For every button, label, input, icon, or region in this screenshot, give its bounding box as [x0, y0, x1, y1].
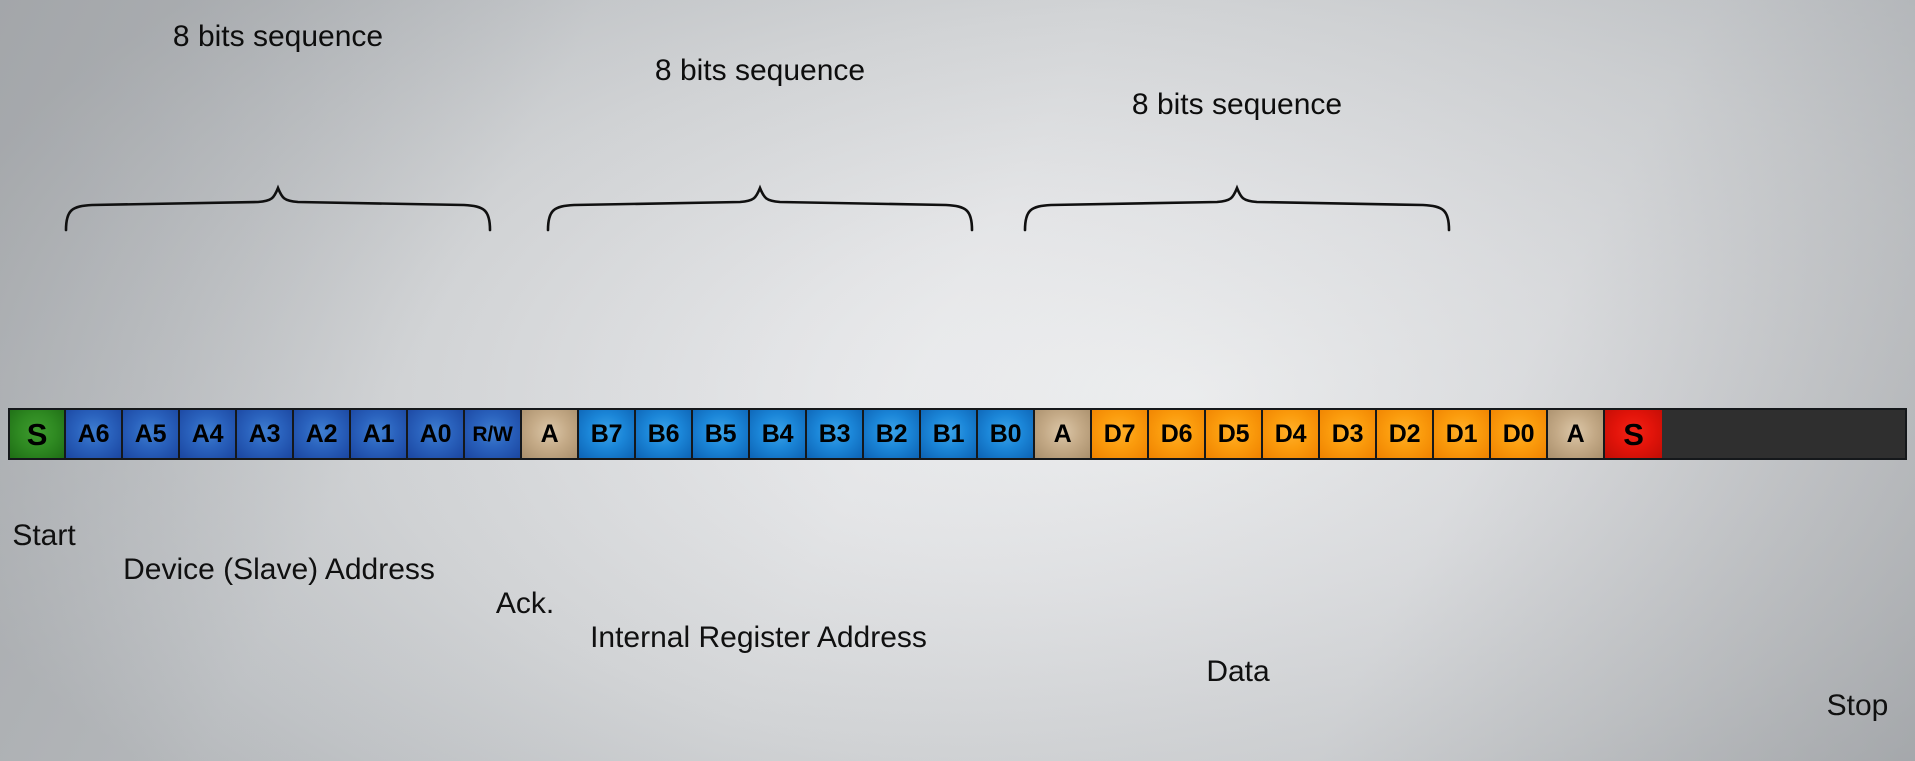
frame-cell-label: B1	[932, 419, 965, 448]
frame-cell-d0-26: D0	[1491, 410, 1548, 458]
frame-cell-s-0: S	[10, 410, 66, 458]
frame-cell-label: B5	[704, 419, 737, 448]
frame-cell-label: A1	[362, 419, 395, 448]
frame-cell-a0-7: A0	[408, 410, 465, 458]
frame-cell-a-18: A	[1035, 410, 1092, 458]
caption-register-address: Internal Register Address	[590, 621, 927, 654]
frame-cell-d4-22: D4	[1263, 410, 1320, 458]
frame-cell-a1-6: A1	[351, 410, 408, 458]
frame-cell-label: A2	[305, 419, 338, 448]
frame-cell-label: S	[1623, 416, 1644, 452]
frame-cell-b0-17: B0	[978, 410, 1035, 458]
frame-cell-label: A0	[419, 419, 452, 448]
frame-cell-a-9: A	[522, 410, 579, 458]
frame-cell-label: A	[1053, 419, 1072, 448]
frame-cell-d5-21: D5	[1206, 410, 1263, 458]
frame-cell-label: D1	[1445, 419, 1478, 448]
frame-cell-b4-13: B4	[750, 410, 807, 458]
frame-cell-label: A4	[191, 419, 224, 448]
frame-cell-label: A5	[134, 419, 167, 448]
frame-cell-label: D3	[1331, 419, 1364, 448]
frame-cell-label: A6	[77, 419, 110, 448]
frame-cell-b3-14: B3	[807, 410, 864, 458]
caption-data: Data	[1206, 655, 1270, 688]
frame-cell-label: R/W	[472, 422, 513, 446]
top-braces	[64, 184, 1451, 232]
frame-cell-a5-2: A5	[123, 410, 180, 458]
i2c-protocol-diagram: 8 bits sequence 8 bits sequence 8 bits s…	[0, 0, 1915, 761]
frame-cell-b2-15: B2	[864, 410, 921, 458]
frame-cell-a2-5: A2	[294, 410, 351, 458]
frame-cell-d1-25: D1	[1434, 410, 1491, 458]
frame-cell-d2-24: D2	[1377, 410, 1434, 458]
frame-cell-label: A3	[248, 419, 281, 448]
frame-cell-a3-4: A3	[237, 410, 294, 458]
frame-cell-d3-23: D3	[1320, 410, 1377, 458]
frame-cell-label: A	[1566, 419, 1585, 448]
frame-cell-label: B6	[647, 419, 680, 448]
caption-start: Start	[12, 519, 76, 552]
frame-cell-label: B7	[590, 419, 623, 448]
frame-byte-bar: S A6 A5 A4 A3 A2 A1 A0 R/W A B7 B6 B5 B4 B3 B2 B1 B0 A D7 D6…	[8, 408, 1907, 460]
sequence-label-0: 8 bits sequence	[172, 20, 384, 53]
frame-cell-label: D4	[1274, 419, 1307, 448]
frame-cell-label: B2	[875, 419, 908, 448]
frame-cell-s-28: S	[1605, 410, 1662, 458]
frame-cell-a4-3: A4	[180, 410, 237, 458]
frame-cell-label: D6	[1160, 419, 1193, 448]
frame-cell-d7-19: D7	[1092, 410, 1149, 458]
frame-cell-label: B4	[761, 419, 794, 448]
caption-stop: Stop	[1826, 689, 1889, 722]
caption-ack: Ack.	[495, 587, 555, 620]
frame-cell-rw-8: R/W	[465, 410, 522, 458]
frame-cell-label: B0	[989, 419, 1022, 448]
sequence-label-1: 8 bits sequence	[654, 54, 866, 87]
frame-cell-a6-1: A6	[66, 410, 123, 458]
frame-cell-d6-20: D6	[1149, 410, 1206, 458]
frame-cell-a-27: A	[1548, 410, 1605, 458]
caption-device-address: Device (Slave) Address	[123, 553, 435, 586]
frame-cell-label: A	[540, 419, 559, 448]
frame-cell-label: B3	[818, 419, 851, 448]
frame-cell-b5-12: B5	[693, 410, 750, 458]
frame-cell-label: S	[26, 416, 48, 452]
frame-cell-b7-10: B7	[579, 410, 636, 458]
frame-cell-label: D5	[1217, 419, 1250, 448]
frame-cell-b6-11: B6	[636, 410, 693, 458]
frame-cell-label: D0	[1502, 419, 1535, 448]
frame-cell-label: D2	[1388, 419, 1421, 448]
frame-cell-b1-16: B1	[921, 410, 978, 458]
frame-cell-label: D7	[1103, 419, 1136, 448]
